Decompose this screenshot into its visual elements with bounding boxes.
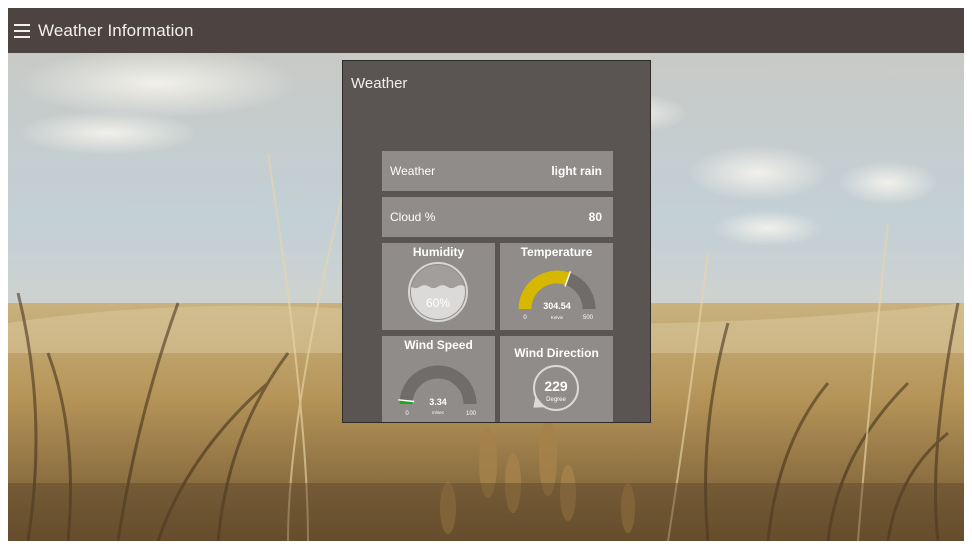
wind-speed-tile: 3.34 m/sec 0 100 Wind Speed xyxy=(382,336,495,422)
wind-direction-title: Wind Direction xyxy=(514,346,599,360)
humidity-value: 60% xyxy=(426,296,450,310)
temperature-tile: 304.54 Kelvin 0 500 Temperature xyxy=(500,243,613,330)
wind-speed-units: m/sec xyxy=(432,410,445,415)
cloud-value: 80 xyxy=(588,210,602,224)
temperature-min: 0 xyxy=(523,315,527,321)
cloud-label: Cloud % xyxy=(390,210,436,224)
weather-row: Weather light rain xyxy=(382,151,613,191)
weather-card: Weather Weather light rain Cloud % 80 60… xyxy=(342,60,651,423)
hamburger-menu-icon[interactable] xyxy=(14,23,30,38)
wind-speed-value: 3.34 xyxy=(429,397,447,407)
temperature-title: Temperature xyxy=(520,245,593,259)
cloud-row: Cloud % 80 xyxy=(382,197,613,237)
temperature-units: Kelvin xyxy=(551,315,564,320)
wind-speed-min: 0 xyxy=(405,411,409,417)
temperature-max: 500 xyxy=(583,315,594,321)
wind-speed-title: Wind Speed xyxy=(404,338,473,352)
top-app-bar: Weather Information xyxy=(8,8,964,53)
humidity-tile: 60% Humidity xyxy=(382,243,495,330)
wind-direction-value: 229 xyxy=(544,378,568,394)
wind-direction-tile: 229 Degree Wind Direction xyxy=(500,336,613,422)
humidity-title: Humidity xyxy=(412,245,465,259)
weather-value: light rain xyxy=(551,164,602,178)
wind-direction-pointer-icon xyxy=(533,395,546,408)
temperature-value: 304.54 xyxy=(543,301,571,311)
app-window: Weather Information Weather Weather ligh… xyxy=(8,8,964,541)
weather-label: Weather xyxy=(390,164,436,178)
wind-direction-units: Degree xyxy=(546,397,566,403)
wind-speed-max: 100 xyxy=(466,411,477,417)
app-title: Weather Information xyxy=(38,20,194,40)
card-title: Weather xyxy=(351,75,408,92)
